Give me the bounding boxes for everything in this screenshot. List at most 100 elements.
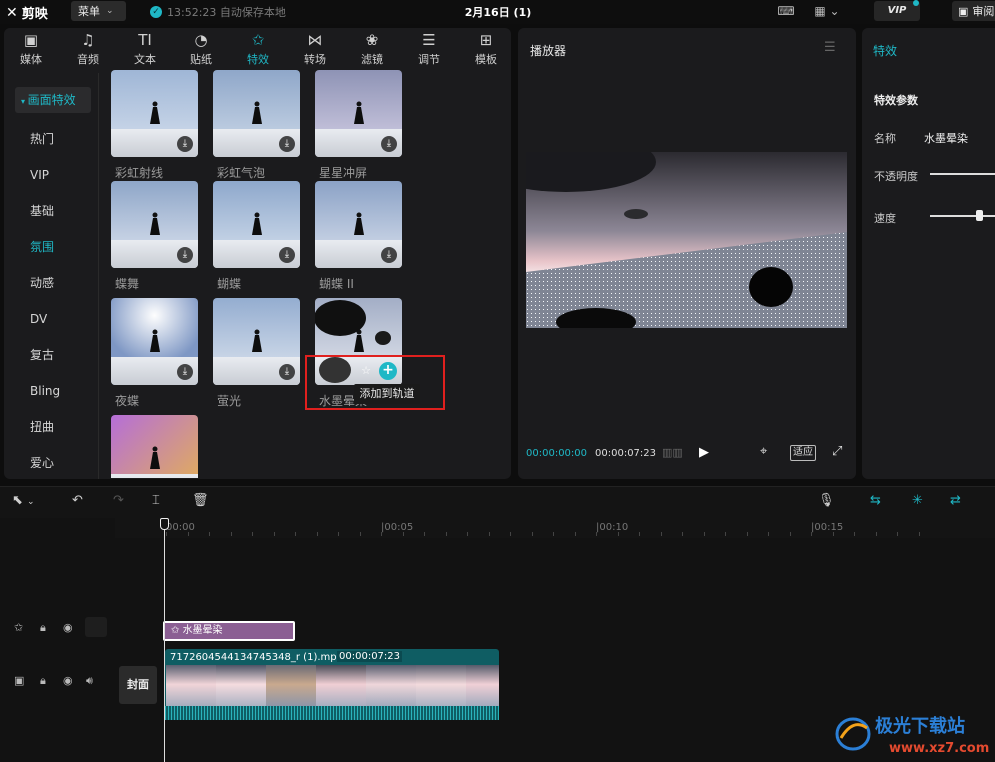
play-icon[interactable]: ▶ [699, 445, 709, 460]
ruler-minor-tick [187, 532, 189, 536]
playhead[interactable] [164, 518, 165, 762]
sidebar-item[interactable]: 扭曲 [4, 413, 99, 441]
ruler-minor-tick [338, 532, 339, 536]
tab-effects[interactable]: ✩ 特效 [233, 30, 283, 70]
redo-icon[interactable]: ↷ [113, 493, 124, 508]
waveform-icon[interactable]: ▥▥ [662, 446, 684, 460]
download-icon[interactable]: ⤓ [381, 136, 397, 152]
sidebar-item[interactable]: Bling [4, 377, 99, 405]
undo-icon[interactable]: ↶ [72, 493, 83, 508]
fullscreen-icon[interactable]: ⤢ [832, 444, 842, 459]
focus-icon[interactable]: ⌖ [760, 444, 767, 459]
download-icon[interactable]: ⤓ [177, 247, 193, 263]
playhead-handle[interactable] [160, 518, 169, 530]
sidebar-item[interactable]: VIP [4, 161, 99, 189]
tab-filter[interactable]: ❀ 滤镜 [347, 30, 397, 70]
track-extra-slot [85, 617, 107, 637]
opacity-slider[interactable] [930, 173, 995, 175]
menu-icon[interactable]: ☰ [824, 40, 836, 55]
download-icon[interactable]: ⤓ [381, 247, 397, 263]
ruler-minor-tick [639, 532, 640, 536]
tab-template[interactable]: ⊞ 模板 [461, 30, 511, 70]
keyboard-icon[interactable]: ⌨ [777, 3, 795, 19]
ruler-minor-tick [209, 532, 210, 536]
download-icon[interactable]: ⤓ [279, 364, 295, 380]
sidebar-item[interactable]: 热门 [4, 125, 99, 153]
effect-card[interactable]: ⤓ [111, 298, 198, 385]
linkage-icon[interactable]: ⇄ [950, 493, 961, 508]
effect-card[interactable]: ⤓ [111, 181, 198, 268]
figure-silhouette [148, 211, 162, 241]
ruler-minor-tick [617, 532, 619, 536]
tab-text[interactable]: TI 文本 [120, 30, 170, 70]
lock-icon[interactable]: 🔒︎ [40, 621, 46, 635]
link-main-track-icon[interactable]: ⇆ [870, 493, 881, 508]
fit-button[interactable]: 适应 [790, 445, 816, 461]
sidebar-item[interactable]: 动感 [4, 269, 99, 297]
tab-label: 贴纸 [190, 53, 212, 66]
ruler-tick: |00:05 [381, 522, 414, 533]
speed-slider[interactable] [930, 215, 995, 217]
effect-card[interactable]: ⤓ [315, 181, 402, 268]
transition-icon: ⋈ [307, 31, 323, 49]
delete-icon[interactable]: 🗑 [192, 493, 209, 508]
tooltip: 添加到轨道 [354, 384, 420, 404]
sidebar-item[interactable]: DV [4, 305, 99, 333]
microphone-icon[interactable]: 🎙 [818, 493, 835, 508]
ruler-minor-tick [381, 532, 382, 536]
lock-icon[interactable]: 🔒︎ [40, 674, 46, 688]
clip-frame [316, 665, 366, 708]
sidebar-item[interactable]: 复古 [4, 341, 99, 369]
effect-clip[interactable]: ✩ 水墨晕染 [163, 621, 295, 641]
cover-button[interactable]: 封面 [119, 666, 157, 704]
tab-media[interactable]: ▣ 媒体 [6, 30, 56, 70]
download-icon[interactable]: ⤓ [279, 136, 295, 152]
speaker-icon[interactable]: 🔊︎ [86, 674, 93, 688]
ruler-minor-tick [488, 532, 490, 536]
tab-transition[interactable]: ⋈ 转场 [290, 30, 340, 70]
eye-icon[interactable]: ◉ [63, 674, 73, 687]
sidebar-item[interactable]: 爱心 [4, 449, 99, 477]
download-icon[interactable]: ⤓ [177, 136, 193, 152]
review-button[interactable]: ▣ 审阅 [952, 1, 995, 21]
add-to-track-button[interactable]: + [379, 362, 397, 380]
select-cursor-icon[interactable]: ⬉ ⌄ [12, 493, 35, 508]
ruler-minor-tick [596, 532, 597, 536]
download-icon[interactable]: ⤓ [279, 247, 295, 263]
figure-silhouette [250, 100, 264, 130]
effect-card[interactable]: ⤓ [111, 70, 198, 157]
video-clip-duration: 00:00:07:23 [337, 651, 403, 662]
download-icon[interactable]: ⤓ [177, 364, 193, 380]
tab-adjust[interactable]: ☰ 调节 [404, 30, 454, 70]
ruler-minor-tick [531, 532, 533, 536]
layout-icon[interactable]: ▦ ⌄ [812, 3, 842, 19]
snap-icon[interactable]: ✳ [912, 493, 923, 508]
document-title: 2月16日 (1) [464, 6, 532, 19]
clip-frame [266, 665, 316, 708]
ruler-minor-tick [768, 532, 769, 536]
name-value: 水墨晕染 [924, 132, 968, 145]
split-icon[interactable]: ⌶ [152, 493, 160, 508]
effect-card[interactable]: ⤓ [213, 181, 300, 268]
video-track-icon: ▣ [14, 674, 25, 687]
ruler-minor-tick [295, 532, 296, 536]
effect-card[interactable]: ⤓ [315, 70, 402, 157]
sidebar-item[interactable]: 氛围 [4, 233, 99, 261]
tab-sticker[interactable]: ◔ 贴纸 [176, 30, 226, 70]
sidebar-header[interactable]: ▾ 画面特效 [15, 87, 91, 113]
ruler-minor-tick [316, 532, 318, 536]
speed-slider-thumb[interactable] [976, 210, 983, 221]
effect-card[interactable]: ⤓ [213, 70, 300, 157]
effect-name: 蝶舞 [115, 277, 140, 291]
current-time: 00:00:00:00 [526, 448, 588, 459]
tab-audio[interactable]: ♫ 音频 [63, 30, 113, 70]
ruler-minor-tick [725, 532, 726, 536]
effect-card[interactable]: ⤓ [213, 298, 300, 385]
timeline-ruler[interactable] [115, 518, 995, 538]
eye-icon[interactable]: ◉ [63, 621, 73, 634]
ruler-minor-tick [402, 532, 404, 536]
effect-card[interactable] [111, 415, 198, 478]
ruler-minor-tick [510, 532, 511, 536]
sidebar-item[interactable]: 基础 [4, 197, 99, 225]
favorite-star-icon[interactable]: ☆ [359, 364, 373, 378]
